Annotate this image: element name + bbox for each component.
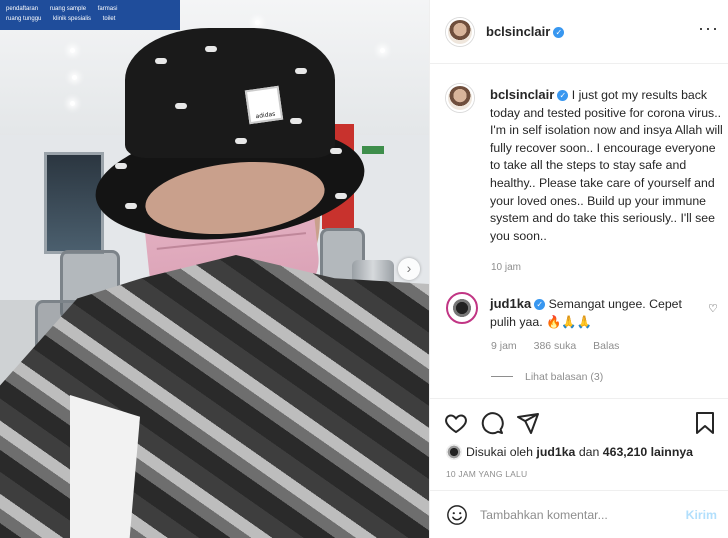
likes-count[interactable]: 463,210 lainnya — [603, 445, 693, 459]
commenter-avatar[interactable] — [446, 292, 478, 324]
share-icon[interactable] — [516, 411, 540, 435]
liker-avatar[interactable] — [446, 444, 462, 460]
sign-item: ruang sample — [49, 6, 87, 12]
bucket-hat: adidas — [89, 28, 371, 252]
heart-icon[interactable] — [444, 411, 468, 435]
verified-badge-icon: ✓ — [534, 299, 546, 310]
post-photo[interactable]: pendaftaran ruang sample farmasi ruang t… — [0, 0, 429, 538]
hospital-direction-sign: pendaftaran ruang sample farmasi ruang t… — [0, 0, 180, 30]
verified-badge-icon: ✓ — [557, 90, 569, 101]
hat-pattern — [290, 118, 302, 124]
emoji-icon[interactable] — [446, 504, 468, 526]
caption-username[interactable]: bclsinclair — [490, 87, 554, 102]
ceiling-light — [255, 20, 260, 25]
next-arrow-icon[interactable]: › — [398, 258, 420, 280]
hat-pattern — [205, 46, 217, 52]
hat-pattern — [295, 68, 307, 74]
sign-item: farmasi — [97, 6, 118, 12]
divider — [491, 376, 513, 377]
comment-input[interactable] — [480, 505, 675, 525]
caption-time[interactable]: 10 jam — [491, 262, 521, 273]
verified-badge-icon: ✓ — [553, 27, 565, 38]
comment-like-heart-icon[interactable]: ♡ — [708, 302, 718, 315]
hat-pattern — [335, 193, 347, 199]
liker-username[interactable]: jud1ka — [536, 445, 575, 459]
action-bar — [430, 398, 728, 448]
caption-body: I just got my results back today and tes… — [490, 88, 723, 243]
more-icon[interactable]: ··· — [698, 18, 719, 39]
view-replies-label[interactable]: Lihat balasan (3) — [525, 371, 603, 383]
add-comment-bar: Kirim — [430, 490, 728, 538]
username[interactable]: bclsinclair — [486, 24, 550, 39]
likes-middle: dan — [578, 445, 600, 459]
likes-prefix: Disukai oleh — [466, 445, 533, 459]
header-username[interactable]: bclsinclair ✓ — [486, 24, 565, 39]
likes-summary: Disukai oleh jud1ka dan 463,210 lainnya — [446, 444, 721, 460]
sign-item: ruang tunggu — [6, 16, 42, 22]
comment-icon[interactable] — [480, 411, 504, 435]
ceiling-light — [70, 101, 75, 106]
comment-meta: 9 jam 386 suka Balas — [491, 340, 633, 352]
sign-item: klinik spesialis — [53, 16, 92, 22]
comment-text: jud1ka ✓ Semangat ungee. Cepet pulih yaa.… — [490, 295, 695, 331]
post-header: bclsinclair ✓ ··· — [430, 0, 728, 64]
ceiling-light — [72, 75, 77, 80]
post-timestamp[interactable]: 10 JAM YANG LALU — [446, 469, 527, 479]
comment-likes[interactable]: 386 suka — [534, 340, 577, 352]
hat-pattern — [330, 148, 342, 154]
post-details-panel: bclsinclair ✓ ··· bclsinclair ✓ I just got… — [429, 0, 728, 538]
sign-item: toilet — [102, 16, 116, 22]
view-replies-button[interactable]: Lihat balasan (3) — [491, 371, 603, 383]
post-comment-button[interactable]: Kirim — [686, 508, 717, 522]
hat-pattern — [125, 203, 137, 209]
hat-pattern — [155, 58, 167, 64]
ceiling-light — [380, 48, 385, 53]
hat-crown — [125, 28, 335, 158]
hat-pattern — [235, 138, 247, 144]
sign-item: pendaftaran — [6, 6, 39, 12]
comment-time[interactable]: 9 jam — [491, 340, 517, 352]
comment-username[interactable]: jud1ka — [490, 296, 531, 311]
avatar[interactable] — [446, 84, 474, 112]
avatar[interactable] — [446, 18, 474, 46]
caption-text: bclsinclair ✓ I just got my results back … — [490, 86, 725, 245]
hat-pattern — [115, 163, 127, 169]
white-shirt — [70, 395, 140, 538]
reply-button[interactable]: Balas — [593, 340, 619, 352]
ceiling-light — [70, 48, 75, 53]
hat-pattern — [175, 103, 187, 109]
adidas-logo: adidas — [244, 85, 284, 125]
bookmark-icon[interactable] — [693, 411, 717, 435]
exit-sign — [362, 146, 384, 154]
